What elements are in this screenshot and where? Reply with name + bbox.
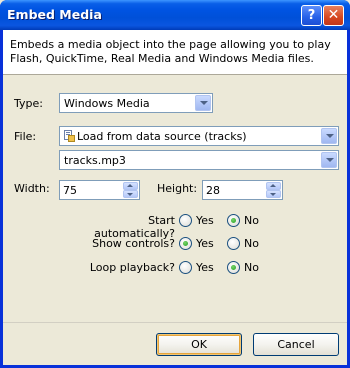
file-name-dropdown[interactable]: tracks.mp3	[59, 150, 339, 170]
height-value: 28	[206, 184, 220, 197]
show-controls-label: Show controls?	[92, 237, 175, 250]
loop-playback-no-radio[interactable]	[227, 261, 240, 274]
width-increment-icon[interactable]	[123, 182, 138, 190]
show-controls-no-radio[interactable]	[227, 237, 240, 250]
type-dropdown[interactable]: Windows Media	[59, 93, 213, 113]
loop-playback-yes-label[interactable]: Yes	[196, 261, 214, 274]
file-source-value: Load from data source (tracks)	[77, 130, 247, 143]
file-label: File:	[14, 130, 37, 143]
chevron-down-icon[interactable]	[321, 128, 337, 144]
chevron-down-icon[interactable]	[321, 152, 337, 168]
width-decrement-icon[interactable]	[123, 190, 138, 198]
close-button[interactable]: ✕	[323, 5, 344, 26]
data-source-icon	[64, 130, 75, 142]
start-auto-yes-label[interactable]: Yes	[196, 214, 214, 227]
embed-media-dialog: Embed Media ? ✕ Embeds a media object in…	[0, 0, 350, 368]
type-dropdown-value: Windows Media	[64, 97, 150, 110]
file-name-value: tracks.mp3	[64, 154, 126, 167]
file-source-dropdown[interactable]: Load from data source (tracks)	[59, 126, 339, 146]
start-auto-no-label[interactable]: No	[244, 214, 259, 227]
show-controls-no-label[interactable]: No	[244, 237, 259, 250]
loop-playback-yes-radio[interactable]	[179, 261, 192, 274]
dialog-body: Embeds a media object into the page allo…	[3, 30, 347, 365]
height-decrement-icon[interactable]	[266, 190, 281, 198]
chevron-down-icon[interactable]	[195, 95, 211, 111]
width-value: 75	[63, 184, 77, 197]
show-controls-yes-radio[interactable]	[179, 237, 192, 250]
ok-button[interactable]: OK	[156, 333, 242, 356]
help-button[interactable]: ?	[301, 5, 322, 26]
show-controls-yes-label[interactable]: Yes	[196, 237, 214, 250]
help-icon: ?	[307, 8, 316, 23]
description-text: Embeds a media object into the page allo…	[10, 38, 331, 65]
start-auto-yes-radio[interactable]	[179, 214, 192, 227]
close-icon: ✕	[327, 7, 340, 23]
cancel-button[interactable]: Cancel	[253, 333, 339, 356]
loop-playback-label: Loop playback?	[89, 261, 175, 274]
height-increment-icon[interactable]	[266, 182, 281, 190]
button-divider	[3, 322, 347, 323]
title-bar[interactable]: Embed Media ? ✕	[0, 0, 350, 30]
width-label: Width:	[14, 182, 50, 195]
height-label: Height:	[157, 182, 198, 195]
description-panel: Embeds a media object into the page allo…	[3, 30, 347, 75]
height-stepper[interactable]: 28	[202, 180, 283, 200]
loop-playback-no-label[interactable]: No	[244, 261, 259, 274]
type-label: Type:	[14, 97, 43, 110]
width-stepper[interactable]: 75	[59, 180, 140, 200]
dialog-title: Embed Media	[7, 7, 102, 22]
start-auto-no-radio[interactable]	[227, 214, 240, 227]
